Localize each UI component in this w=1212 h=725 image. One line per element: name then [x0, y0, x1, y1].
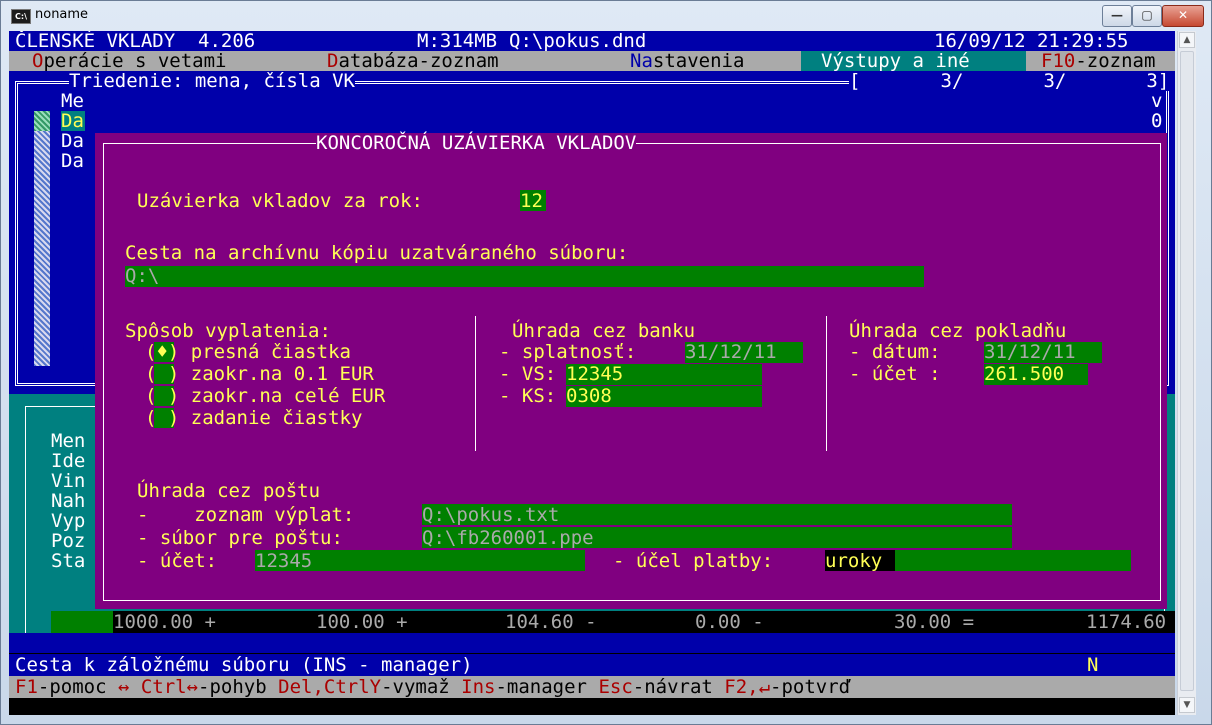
menu-item-nastavenia[interactable]: Nastavenia	[630, 51, 744, 71]
scroll-thumb[interactable]	[1180, 51, 1194, 691]
file-path: Q:\pokus.dnd	[509, 31, 647, 52]
post-label: Úhrada cez poštu	[137, 480, 321, 502]
console-window: C:\ noname — ▢ ✕ ČLENSKÉ VKLADY 4.206 M:…	[0, 0, 1212, 725]
detail-label: Sta	[51, 550, 86, 572]
post-list-label: - zoznam výplat:	[137, 504, 355, 526]
path-field[interactable]	[125, 266, 924, 287]
bank-due-value: 31/12/11	[685, 341, 777, 363]
list-row[interactable]: Da	[61, 111, 84, 131]
list-row-value: 0	[1151, 110, 1163, 132]
window-title: noname	[35, 7, 89, 22]
post-file-value: Q:\fb260001.ppe	[422, 527, 594, 549]
console-screen[interactable]: ČLENSKÉ VKLADY 4.206 M:314MB Q:\pokus.dn…	[9, 31, 1175, 715]
bank-vs-value: 12345	[566, 363, 624, 385]
post-purpose-value: uroky	[825, 550, 883, 572]
hint-key: Esc	[598, 676, 633, 698]
list-col-header: Me	[61, 90, 84, 112]
memory-info: M:314MB	[417, 31, 498, 52]
hint-key: F2,↵	[724, 676, 771, 698]
bank-due-label: - splatnosť:	[499, 341, 637, 363]
list-scroll-thumb[interactable]	[34, 111, 50, 131]
cash-date-label: - dátum:	[849, 341, 941, 363]
post-account-value: 12345	[255, 550, 313, 572]
hint-key: Ins	[461, 676, 496, 698]
menu-item-databaza[interactable]: Databáza-zoznam	[327, 51, 499, 71]
window-scrollbar[interactable]: ▲ ▼	[1177, 31, 1196, 715]
list-panel-title: Triedenie: mena, čísla VK	[69, 70, 355, 92]
cash-account-label: - účet :	[849, 363, 941, 385]
title-bar[interactable]: C:\ noname — ▢ ✕	[1, 1, 1211, 31]
detail-label: Ide	[51, 450, 86, 472]
payment-method-label: Spôsob vyplatenia:	[125, 320, 331, 342]
dialog-title: KONCOROČNÁ UZÁVIERKA VKLADOV	[316, 132, 637, 154]
cash-date-value: 31/12/11	[984, 341, 1076, 363]
year-value: 12	[520, 190, 543, 212]
list-panel-counter: [ 3/ 3/ 3]	[849, 70, 1170, 92]
list-row[interactable]: Da	[61, 131, 84, 151]
hints-line: F1-pomoc ↔ Ctrl↔-pohyb Del,CtrlY-vymaž I…	[15, 676, 851, 698]
path-label: Cesta na archívnu kópiu uzatváraného súb…	[125, 242, 629, 264]
console-icon: C:\	[11, 9, 31, 24]
detail-label: Poz	[51, 530, 86, 552]
bank-ks-label: - KS:	[499, 385, 557, 407]
list-scrollbar[interactable]	[34, 111, 50, 366]
post-file-label: - súbor pre poštu:	[137, 527, 343, 549]
radio-selected-icon: ♦	[156, 341, 168, 363]
datetime: 16/09/12 21:29:55	[934, 31, 1129, 52]
post-list-value: Q:\pokus.txt	[422, 504, 560, 526]
post-purpose-label: - účel platby:	[613, 550, 774, 572]
list-col-right: v	[1151, 90, 1163, 112]
total-value: 1174.60	[1086, 611, 1167, 633]
status-text: Cesta k záložnému súboru (INS - manager)	[15, 654, 473, 676]
total-value: 104.60 -	[505, 611, 597, 633]
total-value: 0.00 -	[695, 611, 764, 633]
close-button[interactable]: ✕	[1162, 5, 1204, 27]
divider	[475, 316, 476, 451]
cash-account-value: 261.500	[984, 363, 1065, 385]
radio-option-round-1[interactable]: ( ) zaokr.na celé EUR	[145, 386, 385, 406]
cash-label: Úhrada cez pokladňu	[849, 320, 1067, 342]
detail-bottom-band	[9, 633, 1175, 653]
detail-label: Vyp	[51, 510, 86, 532]
path-value: Q:\	[125, 265, 160, 287]
year-label: Uzávierka vkladov za rok:	[137, 190, 423, 212]
list-row[interactable]: Da	[61, 151, 84, 171]
total-value: 30.00 =	[894, 611, 975, 633]
detail-label: Men	[51, 430, 86, 452]
divider	[826, 316, 827, 451]
maximize-button[interactable]: ▢	[1132, 5, 1162, 27]
menu-item-f10[interactable]: F10-zoznam	[1041, 51, 1155, 71]
radio-option-round-01[interactable]: ( ) zaokr.na 0.1 EUR	[145, 364, 374, 384]
total-value: 1000.00 +	[113, 611, 216, 633]
hint-key: F1	[15, 676, 38, 698]
totals-swatch	[51, 611, 113, 633]
totals-bar	[113, 611, 1175, 633]
bank-vs-label: - VS:	[499, 363, 557, 385]
app-title: ČLENSKÉ VKLADY 4.206	[15, 31, 256, 52]
total-value: 100.00 +	[316, 611, 408, 633]
detail-label: Nah	[51, 490, 86, 512]
bank-label: Úhrada cez banku	[512, 320, 696, 342]
radio-option-manual[interactable]: ( ) zadanie čiastky	[145, 408, 362, 428]
status-flag: N	[1087, 654, 1099, 676]
menu-item-vystupy[interactable]: Výstupy a iné	[821, 51, 970, 71]
hint-key: ↔ Ctrl↔	[117, 676, 199, 698]
scroll-up-icon[interactable]: ▲	[1179, 32, 1195, 48]
hint-key: Del,CtrlY	[278, 676, 382, 698]
radio-option-exact[interactable]: (♦) presná čiastka	[145, 342, 351, 362]
post-account-label: - účet:	[137, 550, 218, 572]
scroll-down-icon[interactable]: ▼	[1179, 697, 1195, 713]
bank-ks-value: 0308	[566, 385, 612, 407]
minimize-button[interactable]: —	[1102, 5, 1132, 27]
menu-item-operacie[interactable]: Operácie s vetami	[32, 51, 226, 71]
detail-label: Vin	[51, 470, 86, 492]
